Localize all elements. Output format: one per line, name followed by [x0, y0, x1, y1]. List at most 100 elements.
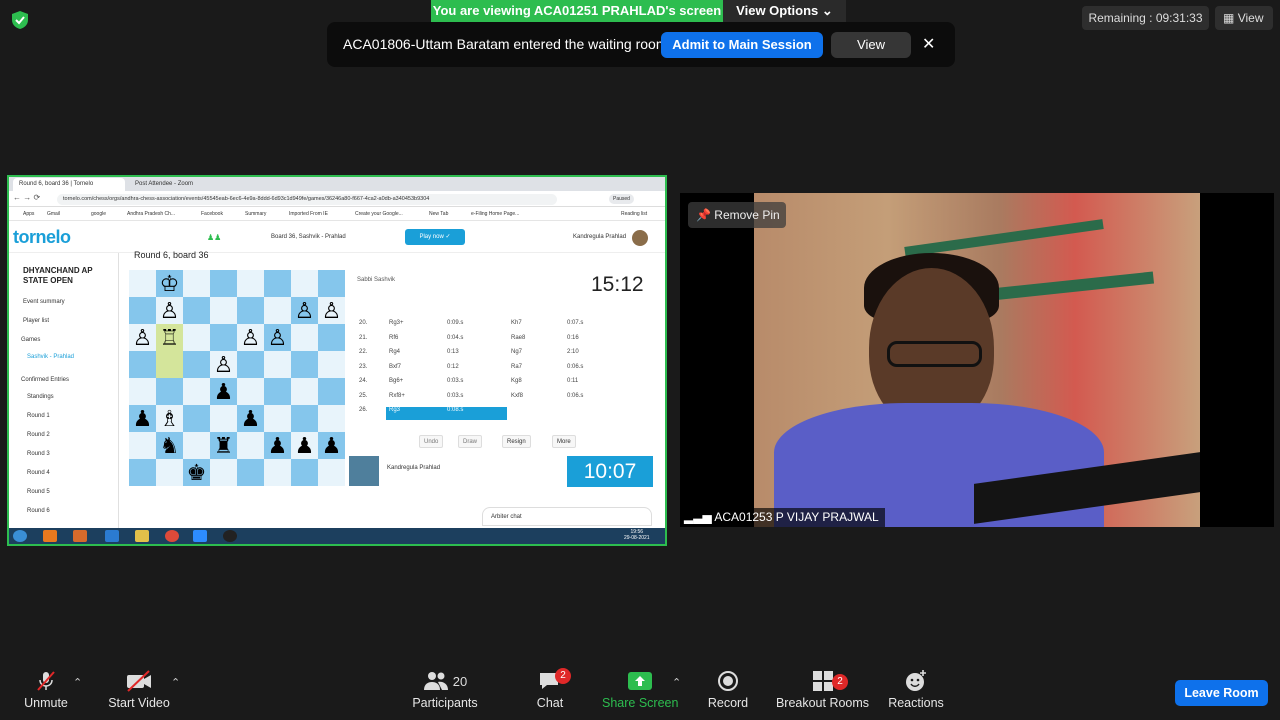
board-square[interactable] [264, 459, 291, 486]
board-square[interactable]: ♙ [237, 324, 264, 351]
sidebar-item-games[interactable]: Games [21, 337, 40, 343]
sidebar-item-event-summary[interactable]: Event summary [23, 299, 65, 305]
black-move[interactable]: Kxf8 [511, 393, 523, 399]
media-icon[interactable] [73, 530, 87, 542]
board-square[interactable] [264, 378, 291, 405]
board-square[interactable] [210, 297, 237, 324]
board-square[interactable]: ♟ [129, 405, 156, 432]
bookmark[interactable]: Andhra Pradesh Ch... [127, 211, 175, 217]
sidebar-item-player-list[interactable]: Player list [23, 318, 49, 324]
draw-button[interactable]: Draw [458, 435, 483, 448]
chrome-icon[interactable] [165, 530, 179, 542]
view-layout-button[interactable]: ▦ View [1215, 6, 1273, 30]
zoom-icon[interactable] [193, 530, 207, 542]
white-move[interactable]: Bxf7 [389, 364, 401, 370]
share-options-caret[interactable]: ⌃ [672, 676, 681, 689]
white-move[interactable]: Rg3 [389, 407, 400, 413]
board-square[interactable] [264, 297, 291, 324]
nav-arrows-icon[interactable]: ← → ⟳ [13, 193, 40, 202]
board-square[interactable] [183, 432, 210, 459]
audio-options-caret[interactable]: ⌃ [73, 676, 82, 689]
board-square[interactable] [291, 378, 318, 405]
board-square[interactable] [291, 270, 318, 297]
chess-board[interactable]: ♔ ♙ ♙ ♙ ♙ ♖ ♙ ♙ ♙ ♟ ♟ ♗ ♟ ♞ ♜ ♟ ♟ ♟ ♚ [129, 270, 345, 486]
white-move[interactable]: Rxf8+ [389, 393, 405, 399]
bookmark[interactable]: Apps [23, 211, 34, 217]
board-square[interactable]: ♜ [210, 432, 237, 459]
play-now-button[interactable]: Play now ✓ [405, 229, 465, 245]
bookmark[interactable]: google [91, 211, 106, 217]
leave-room-button[interactable]: Leave Room [1175, 680, 1268, 706]
board-square[interactable] [129, 297, 156, 324]
share-screen-button[interactable]: Share Screen [602, 668, 678, 710]
remove-pin-button[interactable]: 📌 Remove Pin [688, 202, 786, 228]
board-square[interactable]: ♟ [210, 378, 237, 405]
folder-icon[interactable] [135, 530, 149, 542]
resign-button[interactable]: Resign [502, 435, 531, 448]
board-square[interactable]: ♟ [264, 432, 291, 459]
tornelo-logo[interactable]: tornelo [13, 227, 71, 248]
board-square[interactable] [210, 459, 237, 486]
unmute-button[interactable]: Unmute [20, 668, 72, 710]
black-move[interactable]: Kg8 [511, 378, 522, 384]
board-square[interactable]: ♙ [264, 324, 291, 351]
black-move[interactable]: Ra7 [511, 364, 522, 370]
bookmark[interactable]: Summary [245, 211, 266, 217]
board-square[interactable] [210, 270, 237, 297]
white-move[interactable]: Bg6+ [389, 378, 403, 384]
board-square[interactable] [183, 405, 210, 432]
admit-button[interactable]: Admit to Main Session [661, 32, 823, 58]
reactions-button[interactable]: Reactions [888, 668, 944, 710]
sidebar-item-round[interactable]: Round 1 [27, 413, 50, 419]
sidebar-item-round[interactable]: Round 3 [27, 451, 50, 457]
board-square[interactable] [318, 459, 345, 486]
board-square[interactable] [129, 351, 156, 378]
more-button[interactable]: More [552, 435, 576, 448]
bookmark[interactable]: e-Filing Home Page... [471, 211, 519, 217]
board-square[interactable] [210, 324, 237, 351]
avatar[interactable] [632, 230, 648, 246]
breakout-rooms-button[interactable]: Breakout Rooms [775, 668, 870, 710]
board-square[interactable] [129, 378, 156, 405]
sidebar-item-round[interactable]: Round 2 [27, 432, 50, 438]
ie-icon[interactable] [105, 530, 119, 542]
sidebar-item-current-game[interactable]: Sashvik - Prahlad [27, 354, 74, 360]
paused-badge[interactable]: Paused [609, 194, 634, 204]
bookmark[interactable]: Gmail [47, 211, 60, 217]
board-square[interactable] [291, 351, 318, 378]
user-name[interactable]: Kandregula Prahlad [573, 234, 626, 240]
board-square[interactable]: ♚ [183, 459, 210, 486]
board-square[interactable] [210, 405, 237, 432]
browser-tab-zoom[interactable]: Post Attendee - Zoom [129, 178, 241, 191]
bookmark[interactable]: Facebook [201, 211, 223, 217]
undo-button[interactable]: Undo [419, 435, 444, 448]
board-square[interactable] [237, 378, 264, 405]
board-square[interactable] [237, 297, 264, 324]
black-move[interactable]: Rae8 [511, 335, 525, 341]
board-square[interactable] [183, 297, 210, 324]
reading-list[interactable]: Reading list [621, 211, 647, 217]
board-square[interactable] [291, 405, 318, 432]
bookmark[interactable]: Create your Google... [355, 211, 403, 217]
board-square[interactable]: ♙ [318, 297, 345, 324]
board-square[interactable] [237, 270, 264, 297]
board-square[interactable] [156, 459, 183, 486]
board-square[interactable] [237, 351, 264, 378]
board-square[interactable] [156, 351, 183, 378]
video-options-caret[interactable]: ⌃ [171, 676, 180, 689]
board-square[interactable] [264, 270, 291, 297]
browser-tab-tornelo[interactable]: Round 6, board 36 | Tornelo [13, 178, 125, 191]
board-square[interactable] [291, 459, 318, 486]
board-square[interactable] [183, 270, 210, 297]
board-square[interactable]: ♙ [291, 297, 318, 324]
board-square[interactable] [318, 378, 345, 405]
board-square[interactable]: ♟ [318, 432, 345, 459]
firefox-icon[interactable] [43, 530, 57, 542]
bookmark[interactable]: Imported From IE [289, 211, 328, 217]
sidebar-item-confirmed-entries[interactable]: Confirmed Entries [21, 377, 69, 383]
white-move[interactable]: Rf6 [389, 335, 398, 341]
board-square[interactable] [183, 324, 210, 351]
sidebar-item-round[interactable]: Round 6 [27, 508, 50, 514]
participants-button[interactable]: 20 Participants [410, 668, 480, 710]
sidebar-item-round[interactable]: Round 5 [27, 489, 50, 495]
